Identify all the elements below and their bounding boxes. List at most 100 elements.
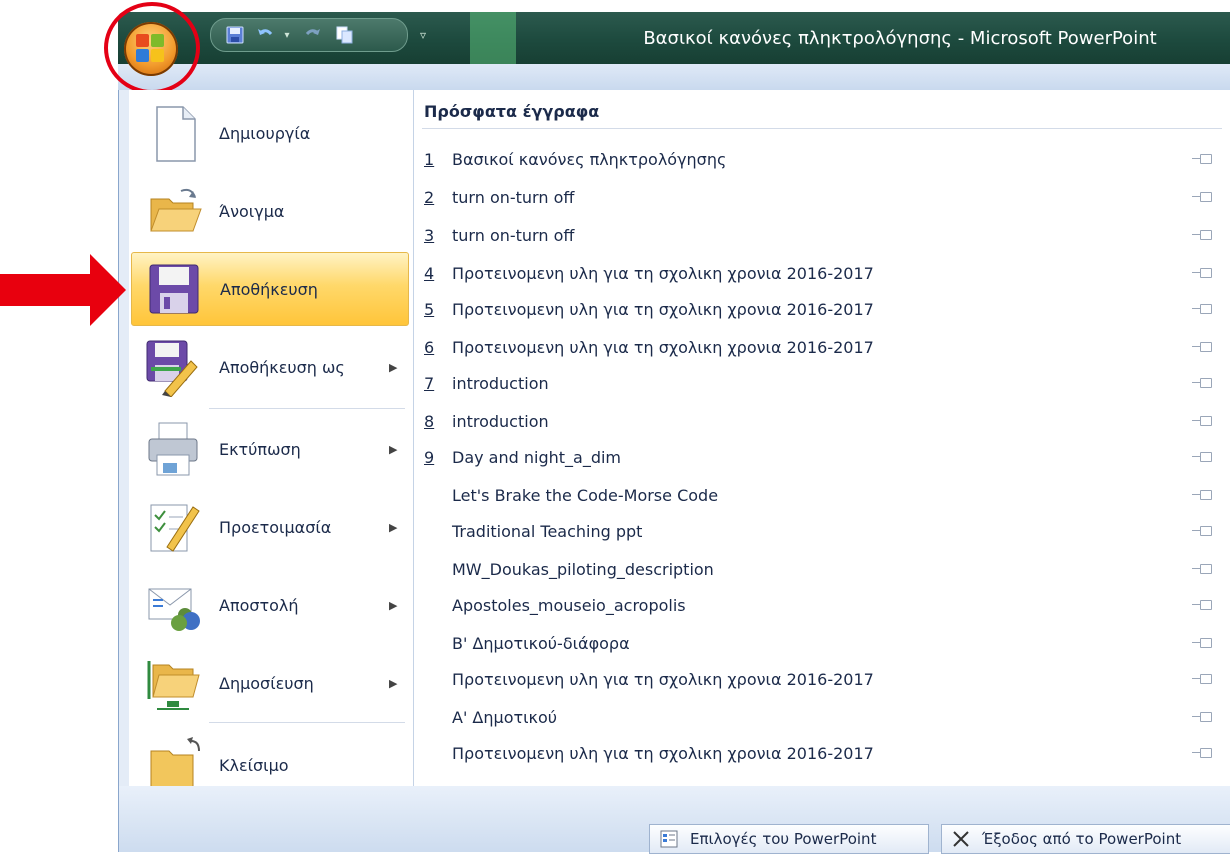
recent-document[interactable]: Προτεινομενη υλη για τη σχολικη χρονια 2… (424, 662, 1214, 696)
menu-commands: Δημιουργία Άνοιγμα Αποθήκευση Αποθήκευση… (129, 90, 414, 790)
submenu-arrow-icon: ▶ (389, 676, 398, 690)
menu-item-save[interactable]: Αποθήκευση (131, 252, 409, 326)
recent-document[interactable]: 2 turn on-turn off (424, 180, 1214, 214)
pin-icon[interactable] (1192, 414, 1214, 428)
recent-document[interactable]: MW_Doukas_piloting_description (424, 552, 1214, 586)
pin-icon[interactable] (1192, 710, 1214, 724)
pin-icon[interactable] (1192, 266, 1214, 280)
menu-item-label: Δημοσίευση (219, 673, 314, 693)
recent-divider (422, 128, 1222, 129)
menu-footer: Επιλογές του PowerPoint Έξοδος από το Po… (119, 786, 1230, 854)
recent-document[interactable]: Β' Δημοτικού-διάφορα (424, 626, 1214, 660)
recent-documents-header: Πρόσφατα έγγραφα (424, 102, 600, 121)
recent-name: Apostoles_mouseio_acropolis (452, 595, 686, 615)
title-glow (470, 12, 516, 64)
redo-icon[interactable] (303, 25, 323, 45)
pin-icon[interactable] (1192, 746, 1214, 760)
powerpoint-options-button[interactable]: Επιλογές του PowerPoint (649, 824, 929, 854)
pin-icon[interactable] (1192, 524, 1214, 538)
pin-icon[interactable] (1192, 152, 1214, 166)
recent-document[interactable]: 3 turn on-turn off (424, 218, 1214, 252)
undo-icon[interactable] (255, 25, 275, 45)
recent-documents-pane: Πρόσφατα έγγραφα 1 Βασικοί κανόνες πληκτρ… (414, 90, 1230, 786)
pin-icon[interactable] (1192, 228, 1214, 242)
highlight-circle (104, 2, 200, 94)
menu-separator (209, 408, 405, 409)
recent-number: 5 (424, 299, 435, 319)
recent-number: 9 (424, 447, 435, 467)
submenu-arrow-icon: ▶ (389, 442, 398, 456)
menu-item-new[interactable]: Δημιουργία (131, 96, 409, 170)
recent-document[interactable]: Α' Δημοτικού (424, 700, 1214, 734)
menu-item-print[interactable]: Εκτύπωση ▶ (131, 412, 409, 486)
menu-item-label: Προετοιμασία (219, 517, 332, 537)
recent-number: 3 (424, 225, 435, 245)
pin-icon[interactable] (1192, 376, 1214, 390)
recent-name: Let's Brake the Code-Morse Code (452, 485, 719, 505)
recent-document[interactable]: Προτεινομενη υλη για τη σχολικη χρονια 2… (424, 736, 1214, 770)
submenu-arrow-icon: ▶ (389, 520, 398, 534)
send-icon (145, 575, 205, 635)
customize-dropdown-icon[interactable]: ▿ (420, 28, 426, 42)
close-icon (952, 830, 970, 848)
pin-icon[interactable] (1192, 302, 1214, 316)
menu-item-label: Κλείσιμο (219, 755, 289, 775)
recent-name: introduction (452, 411, 549, 431)
submenu-arrow-icon: ▶ (389, 360, 398, 374)
recent-document[interactable]: 1 Βασικοί κανόνες πληκτρολόγησης (424, 142, 1214, 176)
recent-document[interactable]: 7 introduction (424, 366, 1214, 400)
menu-item-publish[interactable]: Δημοσίευση ▶ (131, 646, 409, 720)
undo-dropdown-icon[interactable]: ▾ (277, 25, 297, 45)
pin-icon[interactable] (1192, 340, 1214, 354)
submenu-arrow-icon: ▶ (389, 598, 398, 612)
recent-document[interactable]: Traditional Teaching ppt (424, 514, 1214, 548)
pin-icon[interactable] (1192, 672, 1214, 686)
pin-icon[interactable] (1192, 636, 1214, 650)
save-icon[interactable] (225, 25, 245, 45)
menu-item-send[interactable]: Αποστολή ▶ (131, 568, 409, 642)
recent-name: MW_Doukas_piloting_description (452, 559, 714, 579)
pin-icon[interactable] (1192, 450, 1214, 464)
recent-document[interactable]: 9 Day and night_a_dim (424, 440, 1214, 474)
open-folder-icon (145, 181, 205, 241)
recent-number: 1 (424, 149, 435, 169)
recent-document[interactable]: Let's Brake the Code-Morse Code (424, 478, 1214, 512)
recent-document[interactable]: 8 introduction (424, 404, 1214, 438)
printer-icon (145, 419, 205, 479)
options-icon (660, 830, 678, 848)
pin-icon[interactable] (1192, 190, 1214, 204)
menu-item-prepare[interactable]: Προετοιμασία ▶ (131, 490, 409, 564)
recent-name: turn on-turn off (452, 187, 575, 207)
recent-document[interactable]: 5 Προτεινομενη υλη για τη σχολικη χρονια … (424, 292, 1214, 326)
new-slide-icon[interactable] (335, 25, 355, 45)
recent-name: introduction (452, 373, 549, 393)
recent-name: turn on-turn off (452, 225, 575, 245)
exit-powerpoint-button[interactable]: Έξοδος από το PowerPoint (941, 824, 1230, 854)
prepare-icon (145, 497, 205, 557)
menu-item-label: Αποστολή (219, 595, 299, 615)
recent-document[interactable]: 4 Προτεινομενη υλη για τη σχολικη χρονια … (424, 256, 1214, 290)
ribbon-strip (118, 64, 1230, 90)
recent-document[interactable]: Apostoles_mouseio_acropolis (424, 588, 1214, 622)
new-document-icon (145, 103, 205, 163)
menu-item-label: Εκτύπωση (219, 439, 301, 459)
recent-name: Traditional Teaching ppt (452, 521, 643, 541)
recent-name: Β' Δημοτικού-διάφορα (452, 633, 630, 653)
title-bar: ▾ ▿ Βασικοί κανόνες πληκτρολόγησης - Mic… (118, 12, 1230, 64)
red-arrow-icon (0, 254, 126, 326)
pin-icon[interactable] (1192, 598, 1214, 612)
menu-item-label: Άνοιγμα (219, 201, 285, 221)
save-disk-icon (146, 259, 206, 319)
menu-item-open[interactable]: Άνοιγμα (131, 174, 409, 248)
recent-name: Α' Δημοτικού (452, 707, 558, 727)
menu-item-save-as[interactable]: Αποθήκευση ως ▶ (131, 330, 409, 404)
recent-name: Προτεινομενη υλη για τη σχολικη χρονια 2… (452, 299, 874, 319)
menu-item-label: Αποθήκευση ως (219, 357, 345, 377)
recent-number: 7 (424, 373, 435, 393)
recent-document[interactable]: 6 Προτεινομενη υλη για τη σχολικη χρονια … (424, 330, 1214, 364)
menu-separator (209, 722, 405, 723)
pin-icon[interactable] (1192, 488, 1214, 502)
pin-icon[interactable] (1192, 562, 1214, 576)
recent-name: Προτεινομενη υλη για τη σχολικη χρονια 2… (452, 743, 874, 763)
recent-name: Day and night_a_dim (452, 447, 622, 467)
